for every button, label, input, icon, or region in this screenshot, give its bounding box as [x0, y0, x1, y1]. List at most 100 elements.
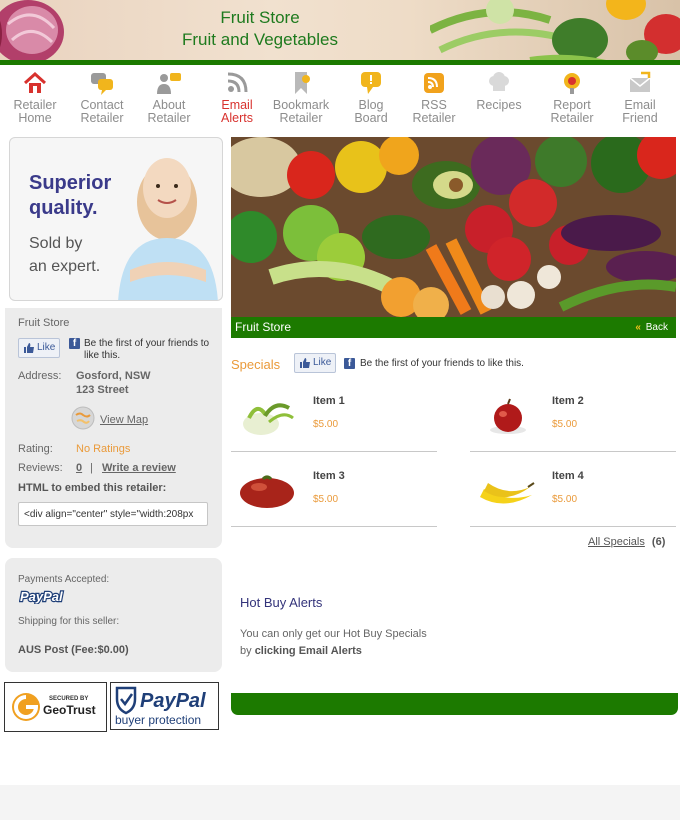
tomato-icon	[240, 475, 294, 508]
special-item[interactable]: Item 2 $5.00	[470, 390, 676, 452]
item-name: Item 2	[552, 395, 584, 407]
rating-value: No Ratings	[76, 443, 131, 455]
item-price: $5.00	[313, 419, 339, 430]
nav-blog-board[interactable]: Blog Board	[336, 68, 406, 125]
paypal-logo: PayPal PayPal	[19, 588, 64, 604]
nav-label-line2: Retailer	[279, 111, 323, 125]
embed-html-label: HTML to embed this retailer:	[18, 482, 167, 494]
banana-icon	[480, 482, 535, 504]
hot-buy-desc-prefix: by	[240, 645, 252, 657]
nav-contact-retailer[interactable]: Contact Retailer	[67, 68, 137, 125]
speech-bubble-icon	[361, 72, 381, 94]
back-label: Back	[645, 322, 668, 333]
retailer-name: Fruit Store	[18, 317, 70, 329]
nav-label-line1: Recipes	[476, 98, 522, 112]
cabbage-decoration-icon	[0, 0, 64, 60]
retailer-info-panel: Fruit Store Like f Be the first of your …	[5, 308, 222, 548]
facebook-like-button[interactable]: Like	[18, 338, 61, 358]
item-name: Item 4	[552, 470, 584, 482]
promo-subtext: Sold by an expert.	[29, 232, 100, 278]
nav-report-retailer[interactable]: Report Retailer	[537, 68, 607, 125]
promo-headline-line1: Superior	[29, 172, 112, 194]
nav-label-line2: Retailer	[550, 111, 594, 125]
nav-bookmark-retailer[interactable]: Bookmark Retailer	[266, 68, 336, 125]
nav-email-friend[interactable]: Email Friend	[605, 68, 675, 125]
like-label: Like	[37, 342, 56, 353]
bookmark-icon	[295, 72, 310, 94]
nav-about-retailer[interactable]: About Retailer	[134, 68, 204, 125]
paypal-logo-text-fill: PayPal	[20, 589, 63, 604]
store-tagline: Fruit and Vegetables	[182, 30, 338, 49]
reviews-count-link[interactable]: 0	[76, 462, 82, 474]
map-globe-icon[interactable]	[71, 406, 95, 430]
paypal-badge-name: PayPal	[140, 690, 206, 712]
embed-html-field[interactable]	[18, 502, 208, 526]
nav-recipes[interactable]: Recipes	[464, 68, 534, 112]
users-icon	[157, 73, 181, 94]
nav-email-alerts[interactable]: Email Alerts	[202, 68, 272, 125]
view-map-link[interactable]: View Map	[100, 414, 148, 426]
store-name-heading: Fruit Store	[220, 8, 300, 27]
item-price: $5.00	[313, 494, 339, 505]
specials-facebook-social-text: Be the first of your friends to like thi…	[360, 358, 524, 369]
special-item[interactable]: Item 4 $5.00	[470, 465, 676, 527]
specials-facebook-like-button[interactable]: Like	[294, 353, 337, 373]
rss-icon	[424, 73, 444, 93]
reviews-label: Reviews:	[18, 462, 63, 474]
geotrust-badge[interactable]: SECURED BY GeoTrust	[4, 682, 107, 732]
nav-label-line2: Retailer	[147, 111, 191, 125]
nav-label-line2: Home	[18, 111, 52, 125]
chef-hat-icon	[489, 72, 509, 91]
home-icon	[23, 71, 47, 93]
thumbs-up-icon	[24, 343, 34, 353]
write-review-link[interactable]: Write a review	[102, 462, 176, 474]
apple-icon	[490, 398, 526, 434]
geotrust-secured-text: SECURED BY	[49, 696, 88, 702]
facebook-icon: f	[344, 358, 355, 369]
hero-produce-image	[231, 137, 676, 317]
promo-headline-line2: quality.	[29, 197, 98, 219]
promo-subtext-line1: Sold by	[29, 235, 83, 252]
facebook-social-text: Be the first of your friends to like thi…	[84, 338, 209, 362]
paypal-badge-sub: buyer protection	[115, 713, 201, 727]
double-chevron-left-icon: «	[635, 322, 641, 333]
site-header: Fruit Store Fruit and Vegetables	[0, 0, 680, 60]
payments-accepted-label: Payments Accepted:	[18, 574, 110, 585]
content-footer-bar	[231, 693, 678, 715]
hot-buy-heading: Hot Buy Alerts	[240, 595, 323, 610]
address-line2: 123 Street	[76, 384, 129, 396]
shipping-value: AUS Post (Fee:$0.00)	[18, 644, 129, 656]
thumbs-up-icon	[300, 358, 310, 368]
special-item[interactable]: Item 1 $5.00	[231, 390, 437, 452]
address-label: Address:	[18, 370, 62, 382]
nav-label-line2: Alerts	[221, 111, 253, 125]
reviews-separator: |	[90, 462, 93, 474]
promo-banner[interactable]: Superior quality. Sold by an expert.	[9, 137, 223, 301]
hot-buy-desc-emphasis: clicking Email Alerts	[254, 645, 362, 657]
rating-label: Rating:	[18, 443, 53, 455]
specials-heading: Specials	[231, 357, 281, 372]
hero-title: Fruit Store	[235, 320, 292, 334]
alert-beacon-icon	[564, 73, 580, 94]
item-name: Item 3	[313, 470, 345, 482]
back-link[interactable]: « Back	[635, 322, 668, 333]
retailer-nav: Retailer Home Contact Retailer About Ret…	[0, 68, 680, 128]
all-specials-link[interactable]: All Specials	[588, 536, 645, 548]
paypal-buyer-protection-badge[interactable]: PayPal buyer protection	[110, 682, 219, 730]
geotrust-name-text: GeoTrust	[43, 703, 96, 717]
facebook-social-text-line2: like this.	[84, 350, 121, 361]
special-item[interactable]: Item 3 $5.00	[231, 465, 437, 527]
shipping-label: Shipping for this seller:	[18, 616, 120, 627]
nav-label-line2: Retailer	[80, 111, 124, 125]
nav-rss-retailer[interactable]: RSS Retailer	[399, 68, 469, 125]
paypal-badge-graphic: PayPal buyer protection	[115, 686, 206, 727]
geotrust-badge-graphic: SECURED BY GeoTrust	[12, 693, 96, 721]
promo-subtext-line2: an expert.	[29, 258, 101, 275]
all-specials: All Specials (6)	[588, 536, 665, 548]
produce-photo	[231, 137, 676, 317]
envelope-icon	[629, 71, 651, 92]
item-name: Item 1	[313, 395, 345, 407]
nav-label-line2: Board	[354, 111, 388, 125]
hot-buy-description: You can only get our Hot Buy Specials by…	[240, 626, 460, 660]
nav-retailer-home[interactable]: Retailer Home	[0, 68, 70, 125]
